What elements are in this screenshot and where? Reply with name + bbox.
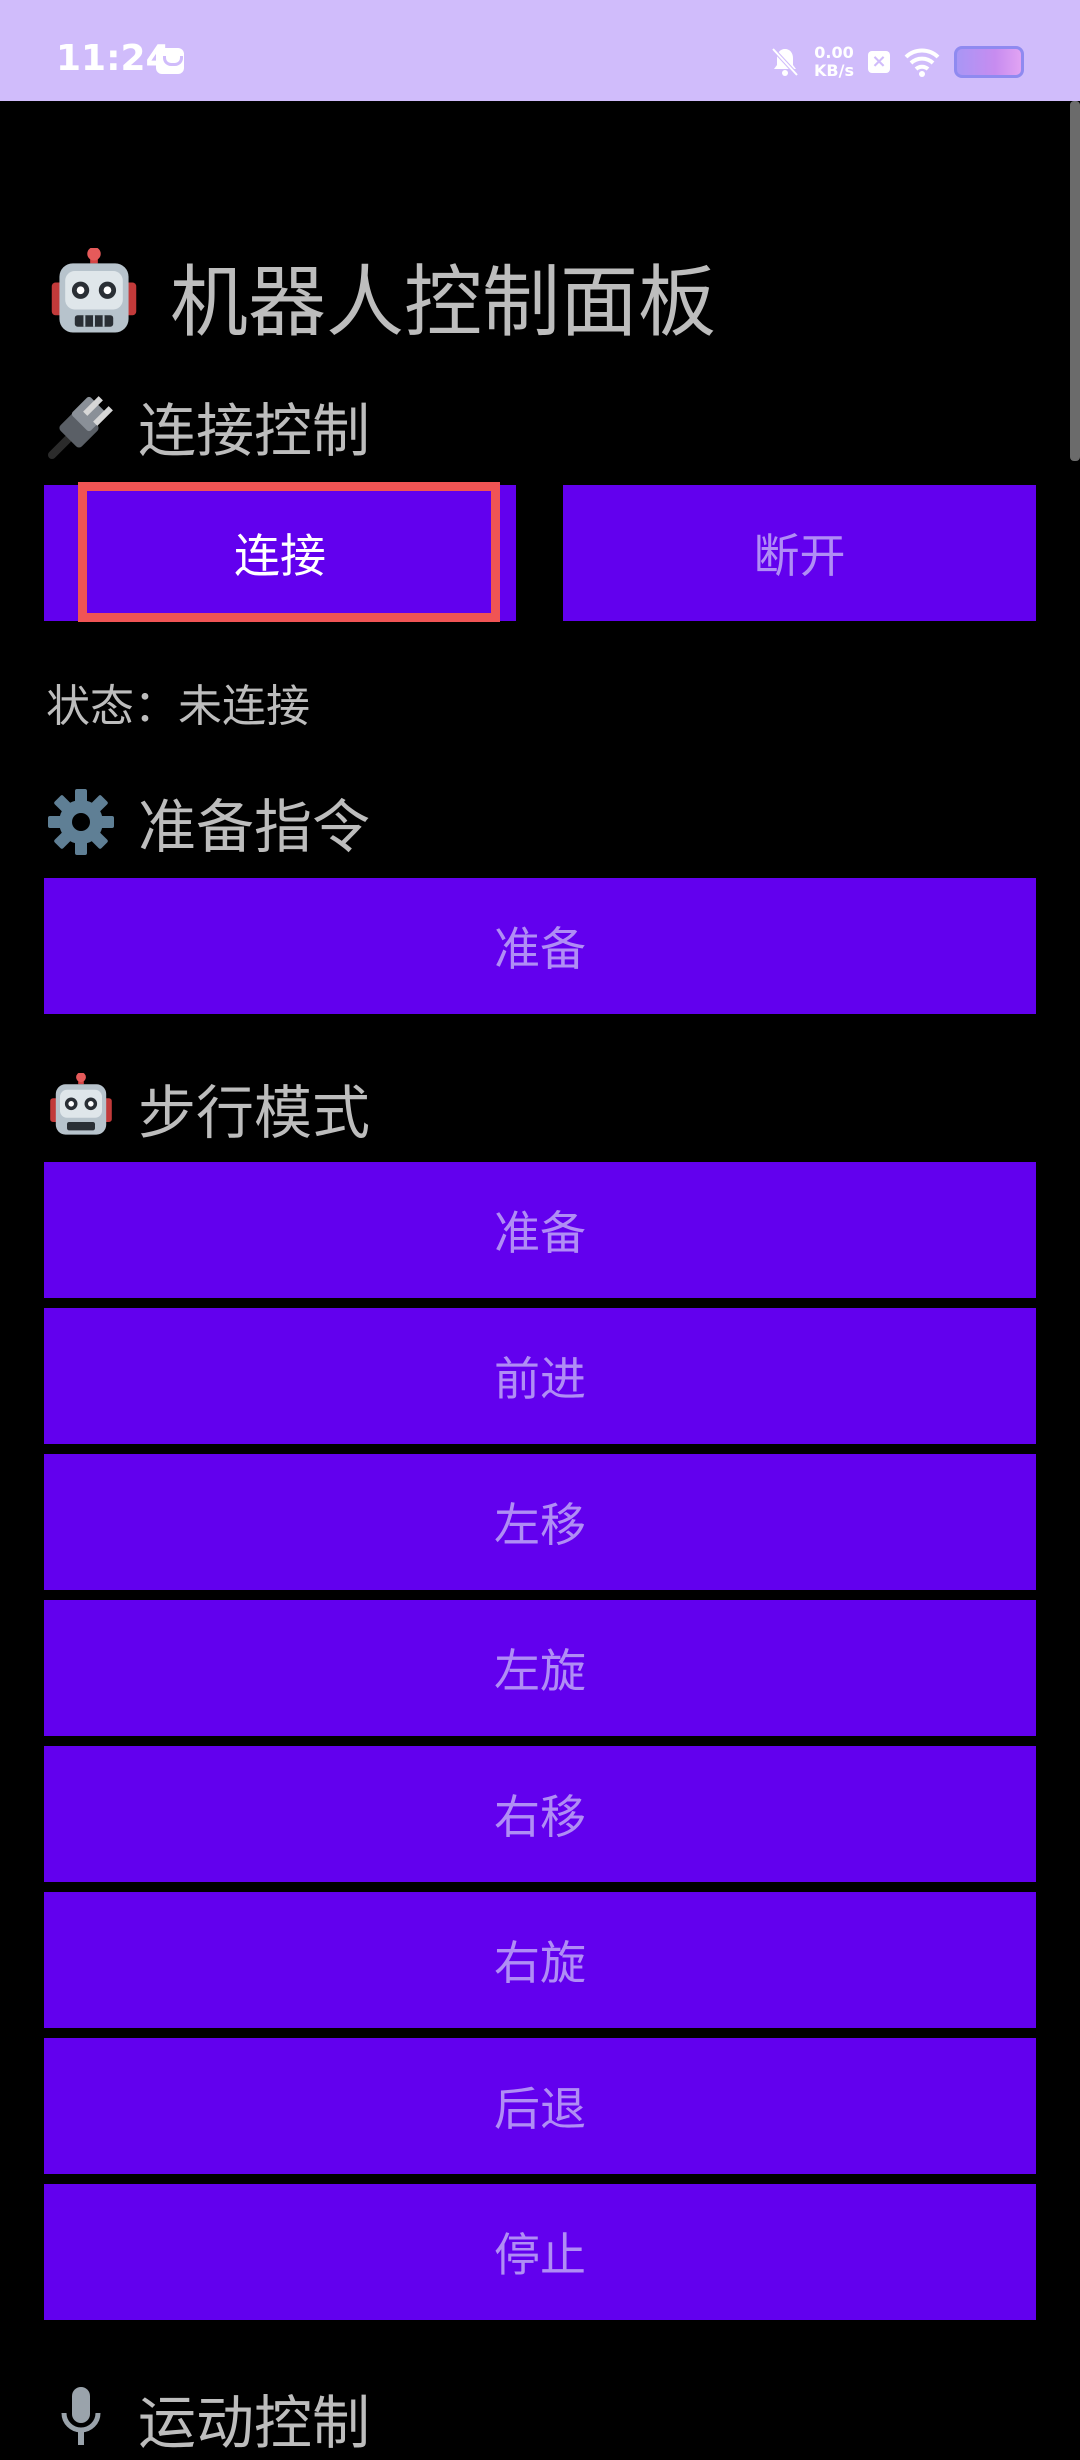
network-speed: 0.00 KB/s	[814, 44, 854, 80]
gear-icon	[46, 787, 116, 857]
status-icons: 0.00 KB/s ×	[770, 40, 1024, 84]
microphone-icon	[46, 2383, 116, 2453]
step-button-forward[interactable]: 前进	[44, 1308, 1036, 1444]
step-button-stop[interactable]: 停止	[44, 2184, 1036, 2320]
step-button-rotate-right[interactable]: 右旋	[44, 1892, 1036, 2028]
close-box-icon: ×	[868, 51, 890, 73]
speed-unit: KB/s	[814, 61, 854, 80]
step-mode-heading: 步行模式	[46, 1066, 370, 1150]
scrollbar[interactable]	[1070, 101, 1080, 461]
step-button-backward[interactable]: 后退	[44, 2038, 1036, 2174]
robot-icon	[46, 1073, 116, 1143]
step-button-move-right[interactable]: 右移	[44, 1746, 1036, 1882]
connect-heading-text: 连接控制	[138, 397, 371, 465]
motion-heading: 运动控制	[46, 2376, 370, 2460]
status-bar: 11:24 0.00 KB/s ×	[0, 0, 1080, 101]
connection-status: 状态：未连接	[46, 681, 310, 732]
prepare-heading: 准备指令	[46, 780, 370, 864]
prepare-button[interactable]: 准备	[44, 878, 1036, 1014]
bell-muted-icon	[770, 46, 800, 78]
battery-icon	[954, 46, 1024, 78]
step-button-move-left[interactable]: 左移	[44, 1454, 1036, 1590]
page-title-text: 机器人控制面板	[170, 258, 717, 348]
highlight-box	[78, 482, 500, 622]
speed-value: 0.00	[814, 43, 854, 62]
disconnect-button[interactable]: 断开	[563, 485, 1036, 621]
wifi-icon	[904, 46, 940, 78]
message-icon	[156, 48, 184, 74]
status-time: 11:24	[56, 38, 171, 79]
plug-icon	[46, 391, 116, 461]
step-button-prepare[interactable]: 准备	[44, 1162, 1036, 1298]
step-button-rotate-left[interactable]: 左旋	[44, 1600, 1036, 1736]
step-mode-heading-text: 步行模式	[138, 1079, 371, 1147]
prepare-heading-text: 准备指令	[138, 793, 371, 861]
connect-heading: 连接控制	[46, 384, 370, 468]
robot-icon	[46, 248, 142, 344]
motion-heading-text: 运动控制	[138, 2389, 371, 2457]
page-title: 机器人控制面板	[46, 240, 716, 352]
